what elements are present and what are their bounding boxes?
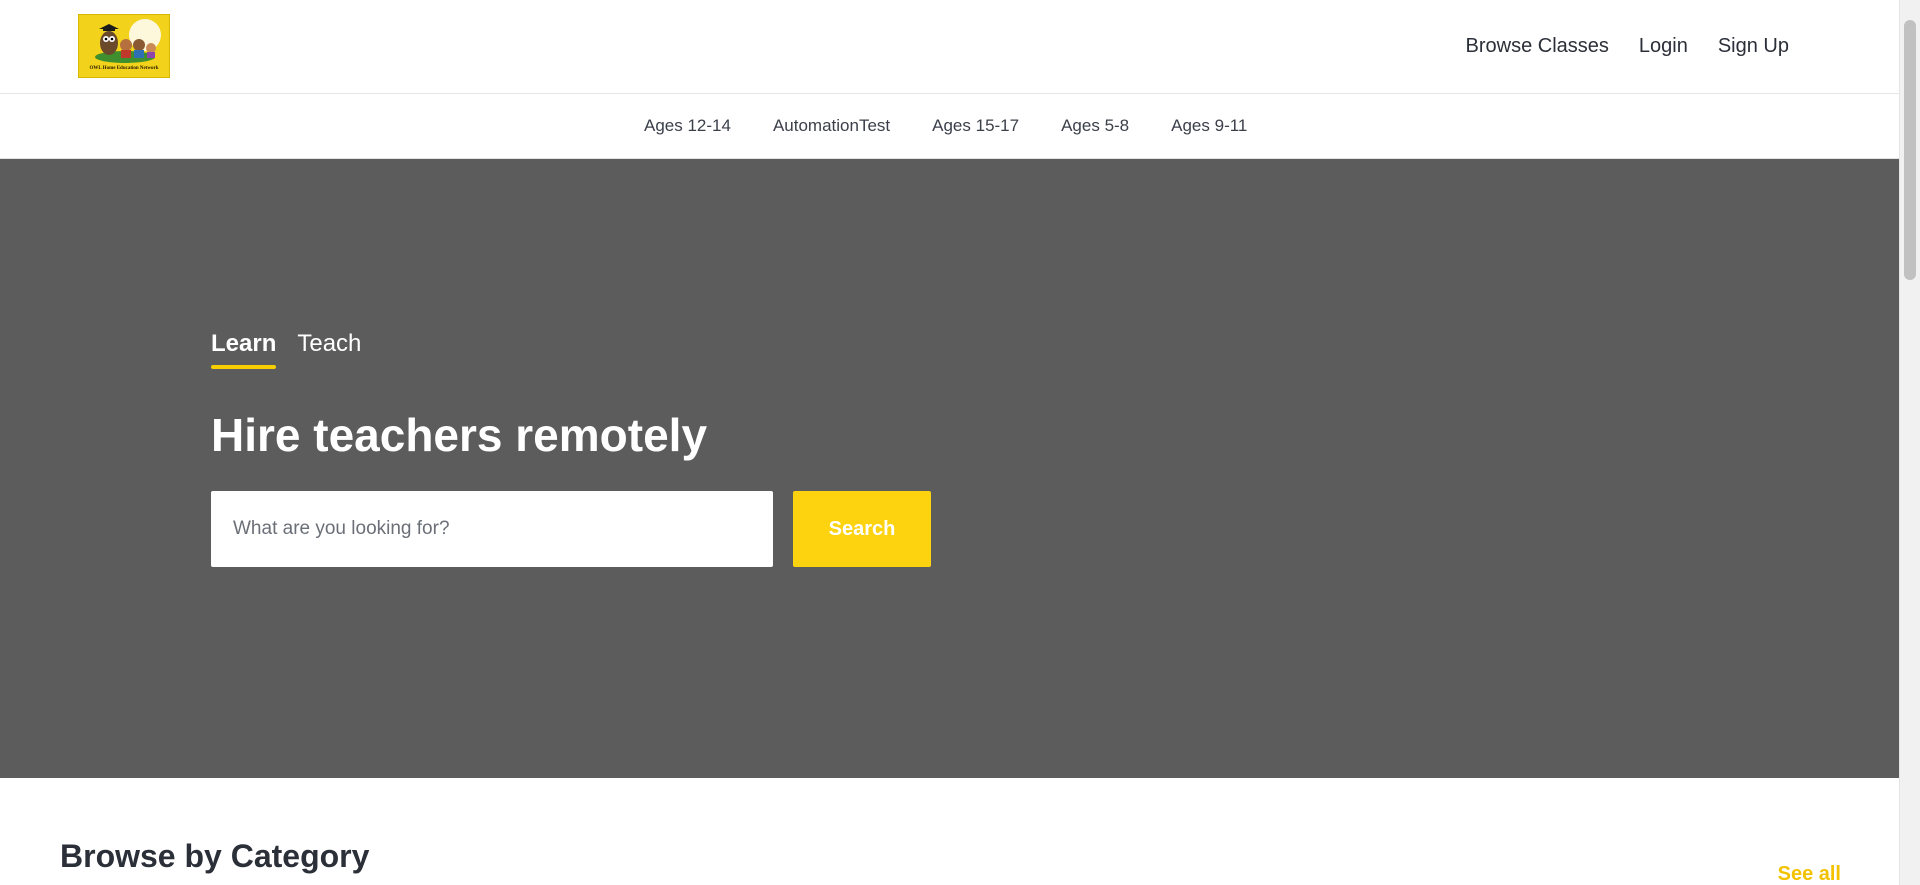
search-button[interactable]: Search: [793, 491, 931, 567]
category-link-ages-5-8[interactable]: Ages 5-8: [1061, 115, 1129, 137]
tab-learn[interactable]: Learn: [211, 329, 277, 369]
category-link-automationtest[interactable]: AutomationTest: [773, 115, 890, 137]
see-all-link[interactable]: See all: [1778, 862, 1841, 885]
category-list: Ages 12-14 AutomationTest Ages 15-17 Age…: [644, 115, 1247, 137]
main-nav: Browse Classes Login Sign Up: [1466, 34, 1789, 58]
hero-tabs: Learn Teach: [211, 329, 361, 369]
category-link-ages-15-17[interactable]: Ages 15-17: [932, 115, 1019, 137]
nav-login-link[interactable]: Login: [1639, 34, 1688, 58]
nav-browse-classes-link[interactable]: Browse Classes: [1466, 34, 1609, 58]
site-logo[interactable]: OWL Home Education Network: [78, 14, 170, 78]
nav-sign-up-link[interactable]: Sign Up: [1718, 34, 1789, 58]
hero-section: Learn Teach Hire teachers remotely Searc…: [0, 159, 1899, 778]
category-bar: Ages 12-14 AutomationTest Ages 15-17 Age…: [0, 94, 1899, 159]
top-header: OWL Home Education Network Browse Classe…: [0, 0, 1899, 94]
scrollbar-thumb[interactable]: [1904, 20, 1916, 280]
category-link-ages-9-11[interactable]: Ages 9-11: [1171, 115, 1247, 137]
tab-teach[interactable]: Teach: [297, 329, 361, 369]
logo-caption: OWL Home Education Network: [89, 66, 159, 71]
search-input[interactable]: [211, 491, 773, 567]
category-link-ages-12-14[interactable]: Ages 12-14: [644, 115, 731, 137]
hero-title: Hire teachers remotely: [211, 409, 708, 461]
browse-by-category-heading: Browse by Category: [60, 838, 370, 874]
page-scrollbar[interactable]: [1899, 0, 1920, 885]
page: OWL Home Education Network Browse Classe…: [0, 0, 1899, 885]
